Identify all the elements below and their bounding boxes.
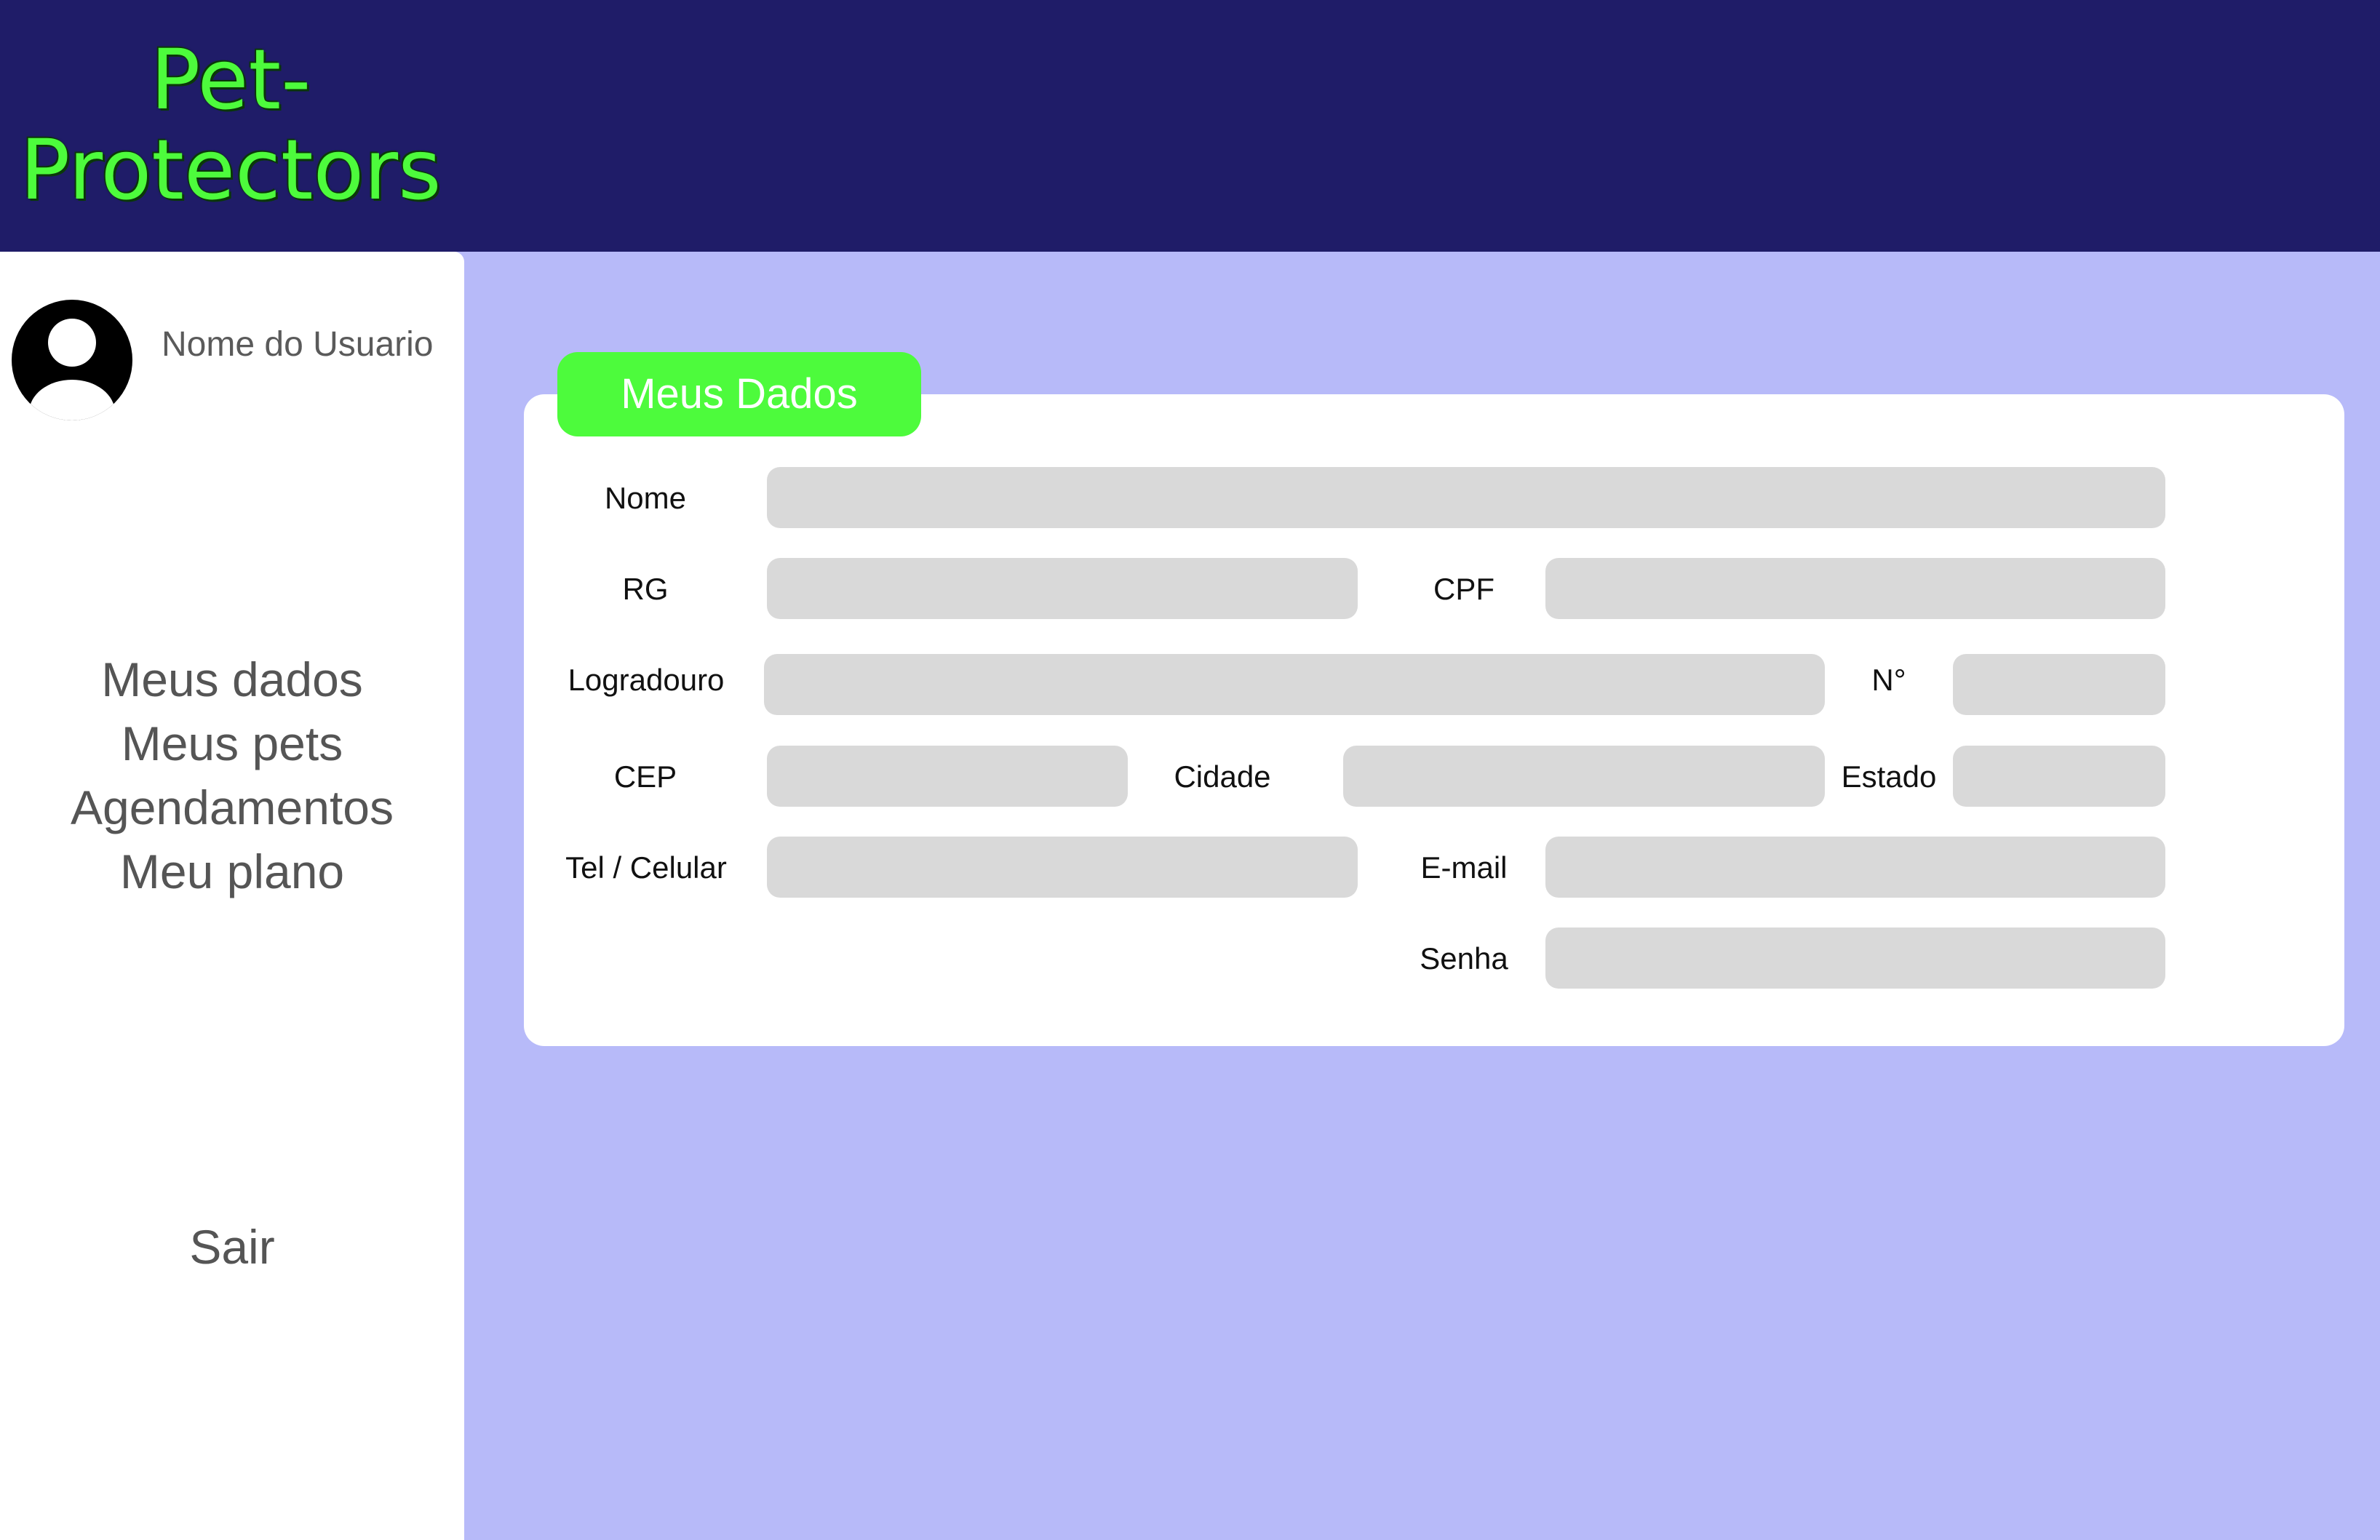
estado-field[interactable] (1953, 746, 2165, 807)
label-estado: Estado (1841, 759, 1937, 794)
label-numero: N° (1871, 663, 1906, 697)
senha-field[interactable] (1545, 927, 2165, 989)
logo-line-2: Protectors (20, 121, 442, 218)
label-cpf: CPF (1433, 572, 1495, 606)
sidebar-nav: Meus dados Meus pets Agendamentos Meu pl… (0, 647, 464, 903)
user-name: Nome do Usuario (162, 325, 434, 364)
app-logo: Pet- Protectors (0, 35, 461, 215)
top-bar: Pet- Protectors (0, 0, 2380, 252)
logout-link[interactable]: Sair (0, 1219, 464, 1274)
card-title-tab: Meus Dados (557, 352, 921, 436)
cidade-field[interactable] (1343, 746, 1825, 807)
numero-field[interactable] (1953, 654, 2165, 715)
sidebar: Nome do Usuario Meus dados Meus pets Age… (0, 252, 464, 1540)
label-senha: Senha (1420, 941, 1508, 976)
cpf-field[interactable] (1545, 558, 2165, 619)
nome-field[interactable] (767, 467, 2165, 528)
sidebar-item-meu-plano[interactable]: Meu plano (0, 839, 464, 903)
cep-field[interactable] (767, 746, 1128, 807)
label-nome: Nome (604, 481, 687, 515)
sidebar-item-meus-dados[interactable]: Meus dados (0, 647, 464, 711)
label-rg: RG (622, 572, 669, 606)
email-field[interactable] (1545, 837, 2165, 898)
sidebar-item-agendamentos[interactable]: Agendamentos (0, 775, 464, 839)
logradouro-field[interactable] (764, 654, 1825, 715)
logo-line-1: Pet- (150, 31, 311, 128)
label-logradouro: Logradouro (568, 663, 725, 697)
label-email: E-mail (1420, 850, 1508, 885)
label-cep: CEP (613, 759, 677, 794)
user-avatar-icon (12, 300, 132, 420)
sidebar-item-meus-pets[interactable]: Meus pets (0, 711, 464, 775)
tel-field[interactable] (767, 837, 1358, 898)
rg-field[interactable] (767, 558, 1358, 619)
label-tel: Tel / Celular (565, 850, 727, 885)
label-cidade: Cidade (1174, 759, 1271, 794)
